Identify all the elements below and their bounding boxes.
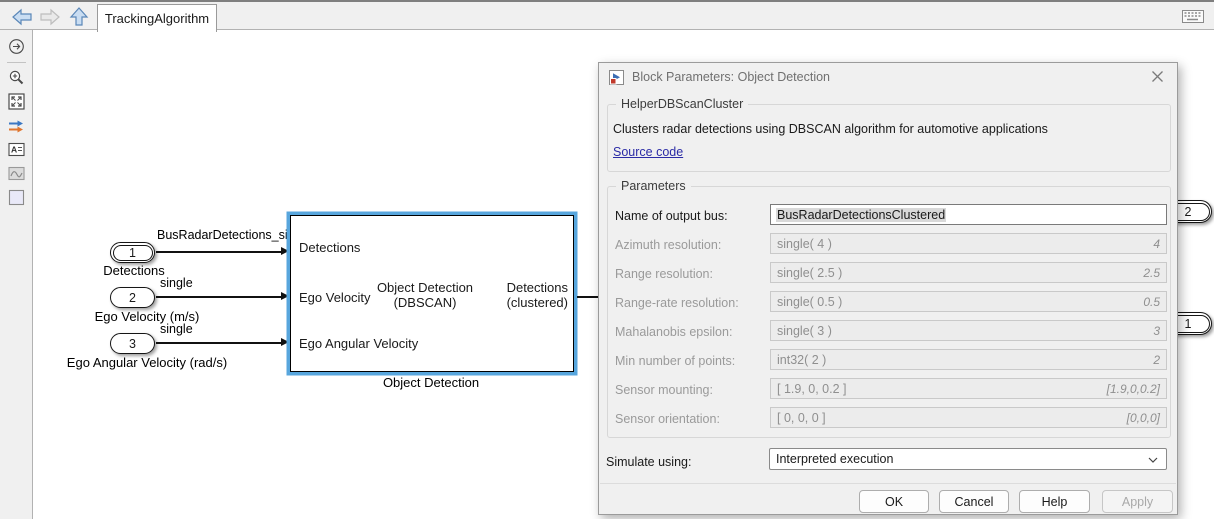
param-label: Name of output bus:	[615, 209, 728, 223]
canvas-palette: A	[0, 30, 33, 519]
inport-name-label: Detections	[103, 263, 164, 278]
block-parameters-icon	[609, 70, 624, 85]
back-arrow-icon	[10, 7, 34, 27]
bus-ring	[113, 245, 153, 261]
param-label: Mahalanobis epsilon:	[615, 325, 732, 339]
dual-arrows-icon	[8, 118, 25, 135]
keyboard-icon	[1182, 10, 1204, 23]
parameters-groupbox: Parameters Name of output bus: BusRadarD…	[607, 186, 1171, 438]
helper-legend: HelperDBScanCluster	[616, 97, 748, 111]
resolved-value: [0,0,0]	[1127, 411, 1160, 425]
param-label: Min number of points:	[615, 354, 735, 368]
simulate-using-label: Simulate using:	[606, 455, 691, 469]
resolved-value: 2.5	[1143, 266, 1160, 280]
viewport-button[interactable]	[8, 189, 25, 206]
resolved-value: 2	[1153, 353, 1160, 367]
arrowhead-icon	[281, 338, 289, 346]
fit-to-view-button[interactable]	[8, 93, 25, 110]
simulink-window: TrackingAlgorithm	[0, 0, 1214, 519]
output-bus-name-input[interactable]: BusRadarDetectionsClustered	[770, 204, 1167, 225]
chevron-down-icon	[1148, 457, 1158, 463]
range-resolution-field: single( 2.5 ) 2.5	[770, 262, 1167, 283]
update-diagram-button[interactable]	[8, 118, 25, 135]
min-points-field: int32( 2 ) 2	[770, 349, 1167, 370]
resolved-value: 4	[1153, 237, 1160, 251]
range-rate-resolution-field: single( 0.5 ) 0.5	[770, 291, 1167, 312]
block-input-port-label: Ego Angular Velocity	[299, 336, 418, 351]
azimuth-resolution-field: single( 4 ) 4	[770, 233, 1167, 254]
zoom-in-icon	[8, 69, 25, 86]
signal-image-icon	[8, 165, 25, 182]
signal-label: BusRadarDetections_single	[157, 228, 311, 242]
navigation-toolbar: TrackingAlgorithm	[0, 2, 1214, 30]
signal-line[interactable]	[156, 296, 283, 298]
object-detection-block[interactable]: Detections Ego Velocity Ego Angular Velo…	[290, 215, 574, 372]
block-caption: Object Detection	[383, 375, 479, 390]
forward-button[interactable]	[38, 7, 64, 27]
param-label: Range resolution:	[615, 267, 713, 281]
inport-block-3[interactable]: 3	[110, 333, 155, 354]
signal-line[interactable]	[156, 251, 283, 253]
inport-block-1[interactable]: 1	[110, 242, 155, 263]
model-tab[interactable]: TrackingAlgorithm	[97, 4, 217, 32]
block-input-port-label: Detections	[299, 240, 360, 255]
dialog-titlebar[interactable]: Block Parameters: Object Detection	[599, 63, 1177, 91]
signal-line[interactable]	[156, 342, 283, 344]
cancel-button[interactable]: Cancel	[939, 490, 1009, 513]
annotation-icon: A	[8, 141, 25, 158]
block-description: Clusters radar detections using DBSCAN a…	[613, 122, 1048, 136]
signal-label: single	[160, 276, 193, 290]
help-button[interactable]: Help	[1019, 490, 1090, 513]
param-label: Sensor mounting:	[615, 383, 713, 397]
close-icon	[1151, 70, 1164, 83]
svg-text:A: A	[11, 145, 17, 155]
source-code-link[interactable]: Source code	[613, 145, 683, 159]
palette-separator	[7, 62, 26, 63]
sensor-orientation-field: [ 0, 0, 0 ] [0,0,0]	[770, 407, 1167, 428]
outport-number: 2	[1185, 205, 1192, 219]
back-button[interactable]	[10, 7, 36, 27]
block-output-port-label: Detections (clustered)	[507, 280, 568, 310]
parameters-legend: Parameters	[616, 179, 691, 193]
model-tab-label: TrackingAlgorithm	[105, 11, 209, 26]
close-button[interactable]	[1151, 70, 1165, 84]
dialog-title: Block Parameters: Object Detection	[632, 70, 830, 84]
sensor-mounting-field: [ 1.9, 0, 0.2 ] [1.9,0,0.2]	[770, 378, 1167, 399]
inport-number: 2	[129, 291, 136, 305]
up-arrow-icon	[68, 6, 90, 28]
arrowhead-icon	[281, 292, 289, 300]
annotation-button[interactable]: A	[8, 141, 25, 158]
inport-number: 3	[129, 337, 136, 351]
param-label: Sensor orientation:	[615, 412, 720, 426]
helper-groupbox: HelperDBScanCluster Clusters radar detec…	[607, 104, 1171, 172]
image-capture-button[interactable]	[8, 165, 25, 182]
button-bar-divider	[600, 483, 1176, 484]
mahalanobis-epsilon-field: single( 3 ) 3	[770, 320, 1167, 341]
resolved-value: 3	[1153, 324, 1160, 338]
up-to-parent-button[interactable]	[68, 6, 94, 26]
apply-button: Apply	[1102, 490, 1173, 513]
outport-number: 1	[1185, 317, 1192, 331]
fit-to-view-icon	[8, 93, 25, 110]
inport-name-label: Ego Angular Velocity (rad/s)	[67, 355, 227, 370]
explorer-toggle-icon	[8, 38, 25, 55]
resolved-value: 0.5	[1143, 295, 1160, 309]
resolved-value: [1.9,0,0.2]	[1107, 382, 1160, 396]
param-label: Azimuth resolution:	[615, 238, 721, 252]
inport-block-2[interactable]: 2	[110, 287, 155, 308]
param-label: Range-rate resolution:	[615, 296, 739, 310]
viewport-box-icon	[8, 189, 25, 206]
forward-arrow-icon	[38, 7, 62, 27]
zoom-tool-button[interactable]	[8, 69, 25, 86]
signal-label: single	[160, 322, 193, 336]
block-parameters-dialog: Block Parameters: Object Detection Helpe…	[598, 62, 1178, 515]
dropdown-value: Interpreted execution	[776, 452, 893, 466]
arrowhead-icon	[281, 247, 289, 255]
hide-browser-button[interactable]	[8, 38, 25, 55]
keyboard-shortcuts-button[interactable]	[1182, 10, 1204, 28]
selected-text: BusRadarDetectionsClustered	[776, 208, 946, 222]
ok-button[interactable]: OK	[859, 490, 929, 513]
simulate-using-dropdown[interactable]: Interpreted execution	[769, 448, 1167, 470]
